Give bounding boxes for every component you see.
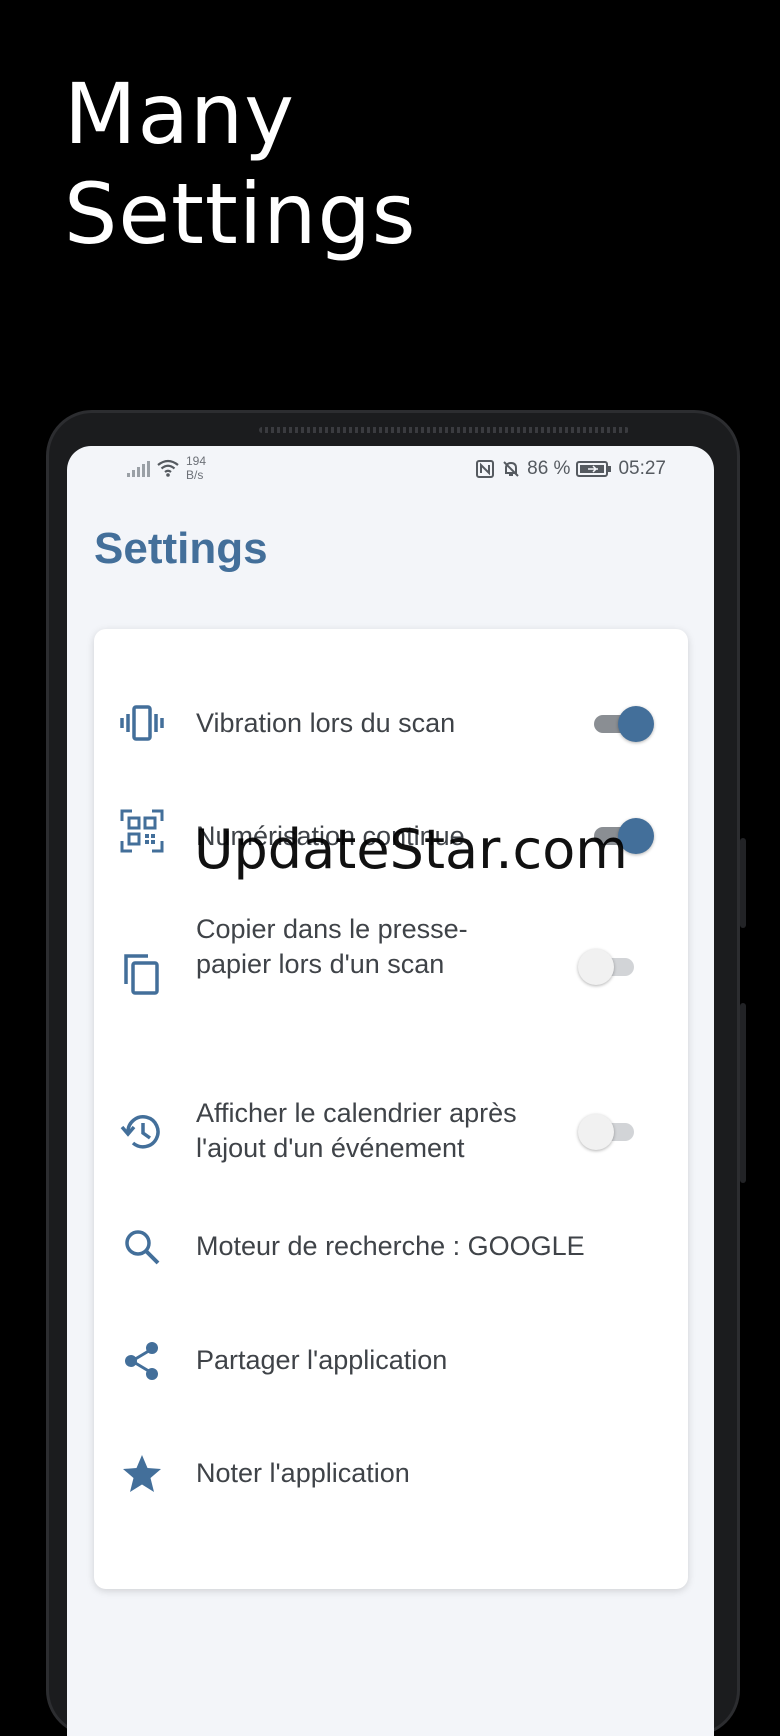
settings-card: Vibration lors du scan Numérisation cont… [94, 629, 688, 1589]
setting-search-engine[interactable]: Moteur de recherche : GOOGLE [94, 1212, 688, 1282]
promo-headline: Many Settings [64, 64, 417, 264]
show-calendar-toggle[interactable] [578, 1112, 638, 1152]
setting-label: Noter l'application [196, 1458, 410, 1488]
setting-label: Partager l'application [196, 1345, 448, 1375]
star-icon [123, 1455, 161, 1492]
bell-off-icon [503, 461, 519, 477]
battery-icon [576, 461, 612, 477]
phone-frame: 194 B/s 86 % 05:27 Settings Vibration lo… [46, 410, 746, 1736]
phone-side-button [740, 1003, 746, 1183]
setting-label: Copier dans le presse-papier lors d'un s… [196, 914, 468, 979]
battery-percent: 86 % [527, 458, 571, 479]
setting-copy-clipboard[interactable]: Copier dans le presse-papier lors d'un s… [94, 912, 688, 1022]
vibration-icon [120, 705, 164, 741]
setting-show-calendar[interactable]: Afficher le calendrier après l'ajout d'u… [94, 1096, 688, 1170]
setting-label: Moteur de recherche : GOOGLE [196, 1231, 585, 1261]
vibration-toggle[interactable] [590, 704, 654, 744]
setting-vibration[interactable]: Vibration lors du scan [94, 689, 688, 759]
headline-line-2: Settings [64, 165, 417, 263]
search-icon [125, 1230, 160, 1265]
nfc-icon [476, 460, 495, 478]
setting-rate-app[interactable]: Noter l'application [94, 1439, 688, 1509]
setting-label: Vibration lors du scan [196, 708, 456, 738]
headline-line-1: Many [64, 65, 295, 163]
phone-side-button [740, 838, 746, 928]
setting-share-app[interactable]: Partager l'application [94, 1326, 688, 1396]
setting-label: Afficher le calendrier après l'ajout d'u… [196, 1098, 517, 1163]
status-bar: 194 B/s 86 % 05:27 [67, 446, 714, 490]
copy-clipboard-toggle[interactable] [578, 947, 638, 987]
share-icon [125, 1342, 158, 1380]
network-speed: 194 B/s [186, 454, 207, 482]
wifi-icon [157, 459, 179, 477]
qr-code-icon [120, 809, 164, 853]
phone-screen: 194 B/s 86 % 05:27 Settings Vibration lo… [67, 446, 714, 1736]
phone-speaker [259, 427, 629, 433]
signal-icon [127, 459, 150, 477]
copy-icon [124, 954, 159, 995]
clock: 05:27 [618, 458, 666, 479]
page-title: Settings [94, 524, 268, 573]
watermark-text: UpdateStar.com [194, 818, 628, 881]
history-icon [120, 1115, 160, 1149]
